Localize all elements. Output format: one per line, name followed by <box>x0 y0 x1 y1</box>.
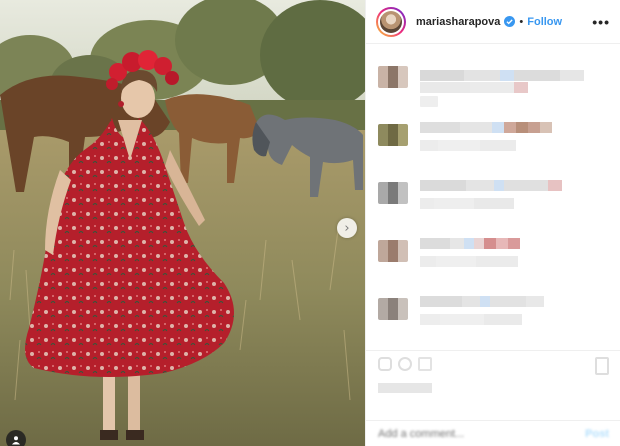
comment-avatar[interactable] <box>378 124 408 146</box>
avatar-image <box>380 10 402 33</box>
follow-button[interactable]: Follow <box>527 16 562 28</box>
comment-text-obscured <box>420 180 562 191</box>
likes-count-obscured <box>378 383 432 393</box>
username-link[interactable]: mariasharapova <box>416 16 500 28</box>
user-tag-button[interactable] <box>6 430 26 446</box>
share-icon[interactable] <box>418 357 432 371</box>
bookmark-icon[interactable] <box>595 357 609 375</box>
comment-text-obscured <box>420 296 544 307</box>
heart-icon[interactable] <box>378 357 392 371</box>
comment-meta-obscured <box>420 96 438 107</box>
post-photo[interactable]: › <box>0 0 365 446</box>
comment-item <box>378 110 608 168</box>
user-tag-icon <box>12 436 20 445</box>
comment-text-obscured <box>420 70 584 81</box>
comment-item <box>378 168 608 226</box>
comment-item <box>378 226 608 284</box>
instagram-post-view: › mariasharapova • Follow ••• Add a comm… <box>0 0 620 446</box>
comment-avatar[interactable] <box>378 298 408 320</box>
post-side-panel: mariasharapova • Follow ••• Add a commen… <box>365 0 620 446</box>
post-actions-bar <box>366 350 620 408</box>
comment-text-obscured <box>420 198 514 209</box>
comment-icon[interactable] <box>398 357 412 371</box>
header-separator: • <box>519 15 524 28</box>
comment-avatar[interactable] <box>378 182 408 204</box>
comment-avatar[interactable] <box>378 66 408 88</box>
comment-text-obscured <box>420 82 528 93</box>
avatar[interactable] <box>376 6 406 37</box>
comment-text-obscured <box>420 256 518 267</box>
comment-text-obscured <box>420 122 552 133</box>
comment-avatar[interactable] <box>378 240 408 262</box>
comment-list <box>366 44 620 342</box>
comment-text-obscured <box>420 314 522 325</box>
comment-text-obscured <box>420 238 520 249</box>
comment-text-obscured <box>420 140 516 151</box>
post-photo-image <box>0 0 365 446</box>
chevron-right-icon: › <box>344 220 350 236</box>
add-comment-input[interactable] <box>378 427 558 440</box>
comment-composer: Post <box>366 420 620 446</box>
post-header: mariasharapova • Follow ••• <box>366 0 620 44</box>
comment-item <box>378 52 608 110</box>
post-comment-button[interactable]: Post <box>585 428 609 440</box>
next-image-button[interactable]: › <box>337 218 357 238</box>
comment-item <box>378 284 608 342</box>
verified-badge-icon <box>504 16 516 27</box>
more-options-icon[interactable]: ••• <box>592 14 610 30</box>
avatar-border <box>378 8 404 35</box>
